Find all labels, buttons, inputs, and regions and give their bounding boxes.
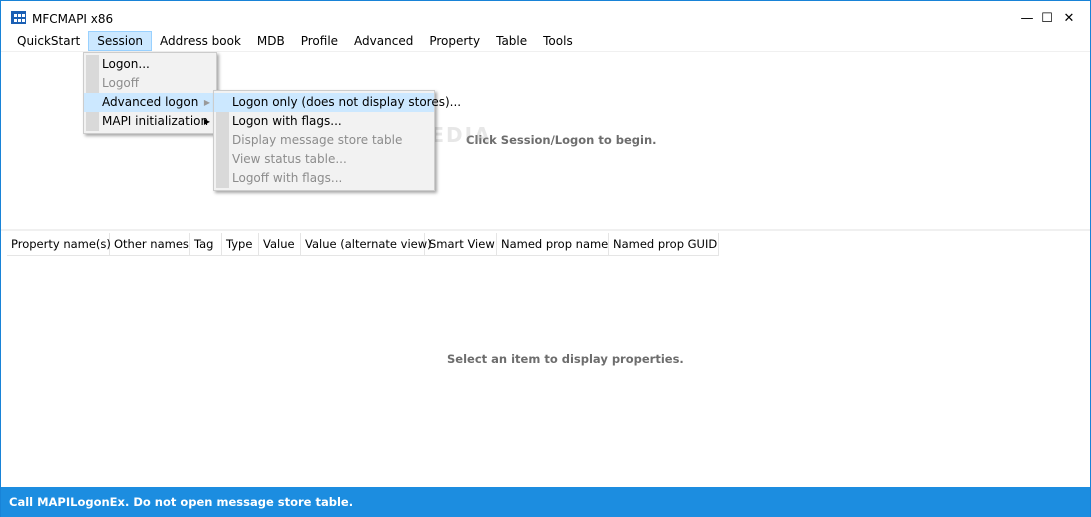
menu-quickstart[interactable]: QuickStart bbox=[9, 31, 88, 51]
menu-item-logoff-with-flags[interactable]: Logoff with flags... bbox=[214, 169, 434, 188]
column-value[interactable]: Value bbox=[259, 233, 301, 256]
menu-address-book[interactable]: Address book bbox=[152, 31, 249, 51]
menu-item-label: Logoff with flags... bbox=[232, 171, 343, 185]
session-menu: Logon... Logoff Advanced logon ▶ MAPI in… bbox=[83, 52, 217, 134]
menu-item-label: Logon... bbox=[102, 57, 150, 71]
menu-bar: QuickStart Session Address book MDB Prof… bbox=[1, 31, 1090, 51]
menu-item-label: MAPI initialization bbox=[102, 114, 209, 128]
property-list-header: Property name(s) Other names Tag Type Va… bbox=[7, 233, 719, 256]
window-title: MFCMAPI x86 bbox=[32, 12, 114, 26]
menu-table[interactable]: Table bbox=[488, 31, 535, 51]
column-named-prop-guid[interactable]: Named prop GUID bbox=[609, 233, 719, 256]
menu-item-label: Logoff bbox=[102, 76, 140, 90]
column-type[interactable]: Type bbox=[222, 233, 259, 256]
menu-item-logon-with-flags[interactable]: Logon with flags... bbox=[214, 112, 434, 131]
menu-item-label: Display message store table bbox=[232, 133, 403, 147]
menu-item-label: View status table... bbox=[232, 152, 347, 166]
column-property-name[interactable]: Property name(s) bbox=[7, 233, 111, 256]
column-other-names[interactable]: Other names bbox=[110, 233, 190, 256]
menu-mdb[interactable]: MDB bbox=[249, 31, 293, 51]
menu-item-label: Logon only (does not display stores)... bbox=[232, 95, 462, 109]
menu-property[interactable]: Property bbox=[421, 31, 488, 51]
pane-splitter[interactable] bbox=[1, 229, 1090, 231]
property-pane-hint: Select an item to display properties. bbox=[447, 352, 684, 366]
submenu-arrow-icon: ▶ bbox=[203, 98, 210, 107]
menu-session[interactable]: Session bbox=[88, 31, 153, 51]
main-window: MFCMAPI x86 — ☐ ✕ QuickStart Session Add… bbox=[0, 0, 1091, 517]
menu-profile[interactable]: Profile bbox=[293, 31, 346, 51]
advanced-logon-submenu: Logon only (does not display stores)... … bbox=[213, 90, 461, 191]
maximize-icon[interactable]: ☐ bbox=[1037, 9, 1057, 29]
column-named-prop-name[interactable]: Named prop name bbox=[497, 233, 609, 256]
status-text: Call MAPILogonEx. Do not open message st… bbox=[9, 495, 354, 509]
menu-advanced[interactable]: Advanced bbox=[346, 31, 421, 51]
menu-item-display-store-table[interactable]: Display message store table bbox=[214, 131, 434, 150]
submenu-arrow-icon: ▶ bbox=[203, 117, 210, 126]
column-value-alternate[interactable]: Value (alternate view) bbox=[301, 233, 432, 256]
menu-item-view-status-table[interactable]: View status table... bbox=[214, 150, 434, 169]
upper-pane-hint: Click Session/Logon to begin. bbox=[466, 133, 657, 147]
menu-item-advanced-logon[interactable]: Advanced logon ▶ bbox=[84, 93, 216, 112]
menu-item-logon-only[interactable]: Logon only (does not display stores)... bbox=[214, 93, 461, 112]
menu-tools[interactable]: Tools bbox=[535, 31, 581, 51]
column-smart-view[interactable]: Smart View bbox=[425, 233, 497, 256]
menu-item-label: Advanced logon bbox=[102, 95, 199, 109]
close-icon[interactable]: ✕ bbox=[1059, 9, 1079, 29]
menu-item-logon[interactable]: Logon... bbox=[84, 55, 216, 74]
menu-item-logoff[interactable]: Logoff bbox=[84, 74, 216, 93]
menu-item-mapi-initialization[interactable]: MAPI initialization ▶ bbox=[84, 112, 216, 131]
status-bar: Call MAPILogonEx. Do not open message st… bbox=[1, 487, 1090, 517]
title-bar[interactable]: MFCMAPI x86 — ☐ ✕ bbox=[1, 1, 1090, 31]
app-icon bbox=[11, 11, 26, 24]
column-tag[interactable]: Tag bbox=[190, 233, 222, 256]
minimize-icon[interactable]: — bbox=[1017, 9, 1037, 29]
menu-item-label: Logon with flags... bbox=[232, 114, 342, 128]
